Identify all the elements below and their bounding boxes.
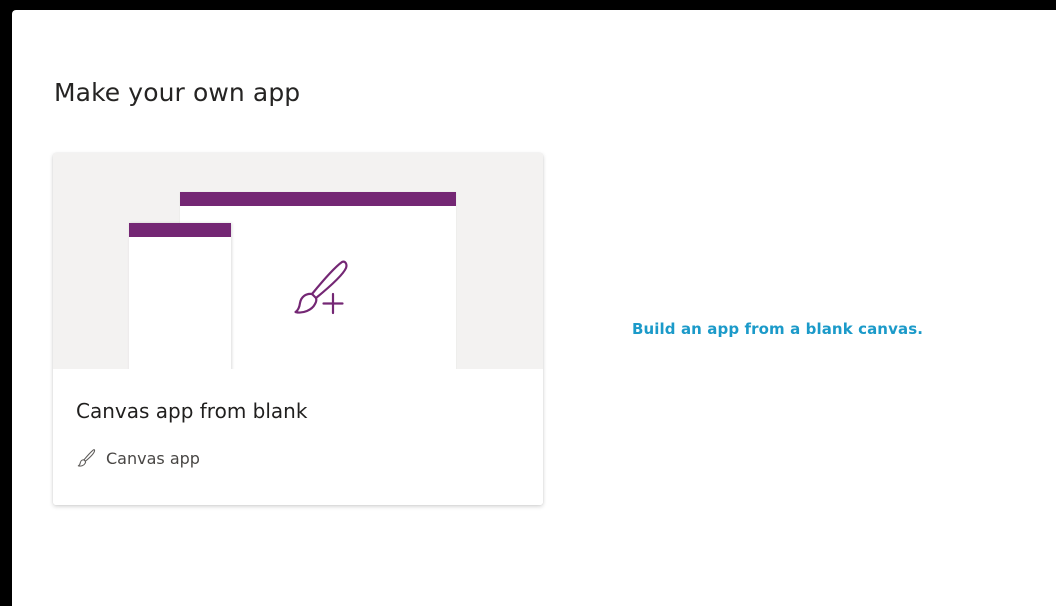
app-screen: Make your own app Canvas app from blank … <box>12 10 1056 606</box>
canvas-app-from-blank-card[interactable]: Canvas app from blank Canvas app <box>53 153 543 505</box>
section-title: Make your own app <box>54 78 301 107</box>
card-title: Canvas app from blank <box>76 399 308 423</box>
card-preview-illustration <box>53 153 543 369</box>
paintbrush-icon <box>77 449 96 467</box>
preview-window-small-titlebar <box>129 223 231 237</box>
paintbrush-plus-icon <box>294 260 348 315</box>
card-description: Build an app from a blank canvas. <box>632 320 924 338</box>
card-body: Canvas app from blank Canvas app <box>53 369 543 505</box>
card-app-type-label: Canvas app <box>106 448 200 468</box>
card-app-type: Canvas app <box>76 447 200 469</box>
preview-window-small <box>129 223 231 369</box>
preview-window-large-titlebar <box>180 192 456 206</box>
paintbrush-plus-strokes <box>294 260 348 315</box>
